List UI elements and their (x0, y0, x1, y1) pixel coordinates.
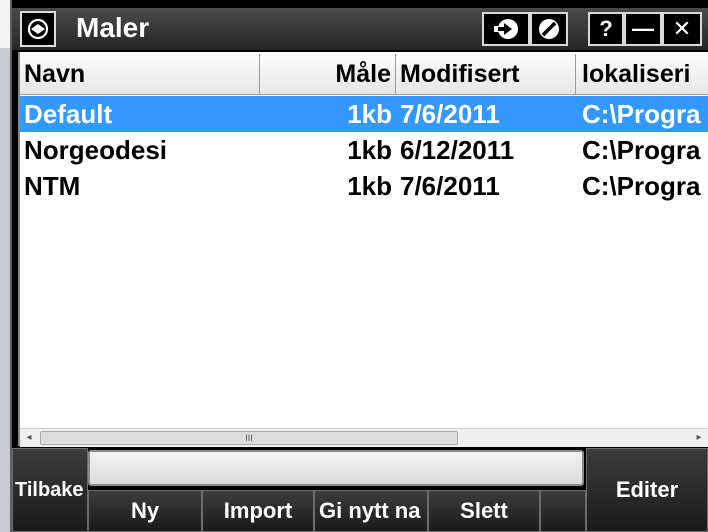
arrow-right-circle-icon (494, 19, 518, 39)
list-header: Navn Måle Modifisert lokaliseri (20, 54, 708, 95)
table-row[interactable]: Default 1kb 7/6/2011 C:\Progra (20, 96, 708, 132)
scrollbar-thumb[interactable]: III (40, 431, 458, 445)
column-header-size[interactable]: Måle (260, 54, 396, 94)
column-header-location[interactable]: lokaliseri (576, 54, 708, 94)
new-button[interactable]: Ny (88, 490, 202, 532)
rename-button[interactable]: Gi nytt na (314, 490, 428, 532)
table-row[interactable]: NTM 1kb 7/6/2011 C:\Progra (20, 168, 708, 204)
edit-button[interactable]: Editer (586, 448, 708, 532)
app-logo-icon[interactable] (20, 11, 56, 47)
close-button[interactable]: ✕ (662, 12, 702, 46)
bottom-toolbar: Tilbake Ny Import Gi nytt na Slett Edite… (12, 448, 708, 532)
row-location: C:\Progra (582, 99, 701, 129)
column-header-name[interactable]: Navn (20, 54, 260, 94)
no-entry-icon (539, 19, 559, 39)
scroll-left-arrow[interactable]: ◂ (20, 429, 38, 447)
column-header-modified[interactable]: Modifisert (396, 54, 576, 94)
cancel-button[interactable] (530, 12, 568, 46)
toolbar-text-field[interactable] (88, 450, 584, 486)
row-size: 1kb (347, 171, 392, 201)
row-modified: 7/6/2011 (400, 171, 500, 201)
help-button[interactable]: ? (588, 12, 624, 46)
row-location: C:\Progra (582, 135, 701, 165)
desktop-background-strip (0, 0, 12, 532)
templates-window: Maler ? — ✕ Navn Måle Modifisert lokalis… (12, 0, 708, 532)
row-modified: 7/6/2011 (400, 99, 500, 129)
empty-toolbar-slot (540, 490, 586, 532)
window-title: Maler (76, 12, 150, 43)
delete-button[interactable]: Slett (428, 490, 540, 532)
row-name: Norgeodesi (24, 135, 168, 165)
templates-list[interactable]: Navn Måle Modifisert lokaliseri Default … (18, 52, 708, 446)
forward-button[interactable] (482, 12, 530, 46)
row-location: C:\Progra (582, 171, 701, 201)
row-name: NTM (24, 171, 81, 201)
back-button[interactable]: Tilbake (12, 448, 88, 532)
title-bar: Maler ? — ✕ (12, 8, 708, 50)
scroll-right-arrow[interactable]: ▸ (690, 429, 708, 447)
minimize-button[interactable]: — (624, 12, 662, 46)
row-modified: 6/12/2011 (400, 135, 515, 165)
row-name: Default (24, 99, 113, 129)
row-size: 1kb (347, 135, 392, 165)
import-button[interactable]: Import (202, 490, 314, 532)
horizontal-scrollbar[interactable]: ◂ III ▸ (20, 428, 708, 447)
row-size: 1kb (347, 99, 392, 129)
table-row[interactable]: Norgeodesi 1kb 6/12/2011 C:\Progra (20, 132, 708, 168)
